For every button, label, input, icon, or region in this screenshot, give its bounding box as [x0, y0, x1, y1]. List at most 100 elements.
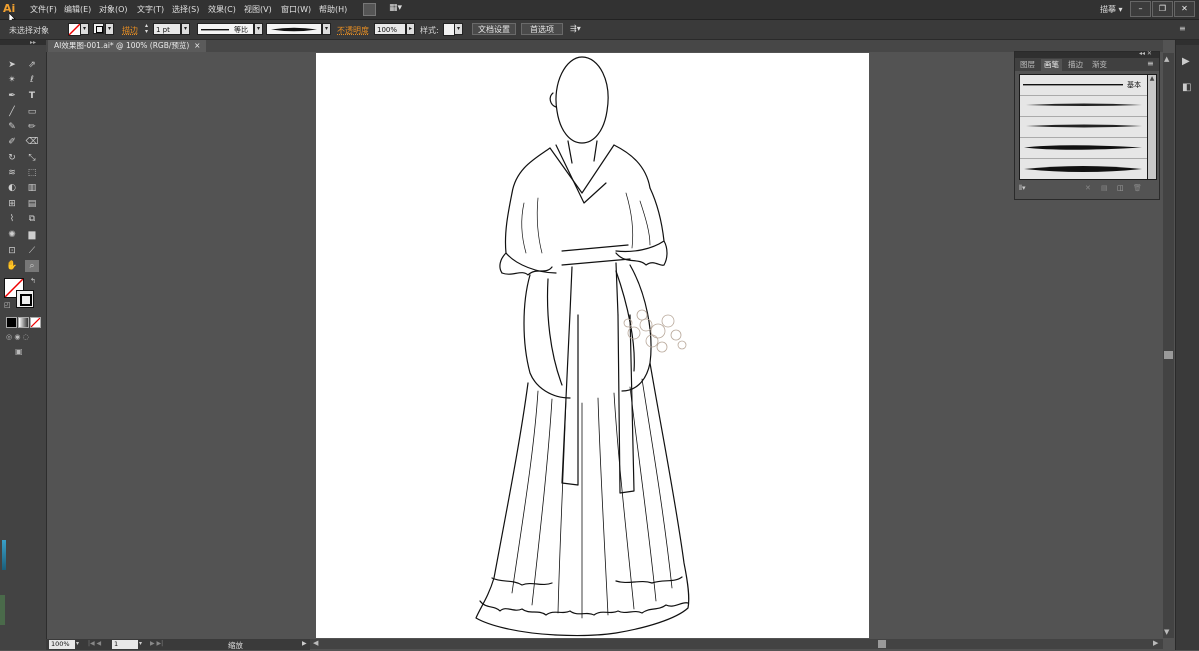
- blob-brush-tool-icon[interactable]: ✐: [5, 136, 19, 148]
- stroke-weight-stepper[interactable]: ▴ ▾: [145, 23, 153, 35]
- default-fill-stroke-icon[interactable]: ◰: [4, 301, 11, 309]
- horizontal-scrollbar[interactable]: ◀ ▶: [310, 639, 1163, 649]
- brush-libraries-icon[interactable]: ⫴▾: [1019, 184, 1025, 193]
- arrange-documents-icon[interactable]: ▦▾: [389, 3, 405, 14]
- tools-panel-grip[interactable]: [0, 40, 46, 45]
- opacity-label[interactable]: 不透明度: [337, 25, 369, 36]
- brush-item[interactable]: [1020, 159, 1147, 179]
- artboard-number-input[interactable]: 1: [112, 640, 138, 649]
- brush-item-basic[interactable]: 基本: [1020, 75, 1147, 96]
- tab-layers[interactable]: 图层: [1017, 59, 1038, 71]
- menu-edit[interactable]: 编辑(E): [64, 4, 91, 15]
- vertical-scrollbar[interactable]: ▲ ▼: [1163, 53, 1174, 638]
- horizontal-scroll-thumb[interactable]: [878, 640, 886, 648]
- magic-wand-tool-icon[interactable]: ✴: [5, 74, 19, 86]
- document-tab[interactable]: AI效果图-001.ai* @ 100% (RGB/预览) ×: [48, 40, 207, 52]
- scroll-right-arrow-icon[interactable]: ▶: [1153, 639, 1158, 647]
- perspective-grid-tool-icon[interactable]: ▥: [25, 182, 39, 194]
- scroll-up-arrow-icon[interactable]: ▲: [1164, 55, 1169, 63]
- scroll-left-arrow-icon[interactable]: ◀: [313, 639, 318, 647]
- zoom-tool-icon[interactable]: ⌕: [25, 260, 39, 272]
- menu-window[interactable]: 窗口(W): [281, 4, 311, 15]
- color-mode-icon[interactable]: [6, 317, 17, 328]
- first-artboard-icon[interactable]: |◀ ◀: [88, 640, 101, 647]
- status-menu-arrow-icon[interactable]: ▶: [302, 640, 307, 647]
- tab-gradient[interactable]: 渐变: [1089, 59, 1110, 71]
- next-artboard-icon[interactable]: ▶ ▶|: [150, 640, 163, 647]
- eraser-tool-icon[interactable]: ⌫: [25, 136, 39, 148]
- stroke-weight-dropdown[interactable]: ▾: [181, 23, 190, 35]
- scroll-down-arrow-icon[interactable]: ▼: [1164, 628, 1169, 636]
- free-transform-tool-icon[interactable]: ⬚: [25, 167, 39, 179]
- artboard[interactable]: [316, 53, 869, 638]
- align-options-icon[interactable]: ⇶▾: [570, 24, 590, 35]
- dock-grip[interactable]: [1176, 40, 1199, 45]
- swap-fill-stroke-icon[interactable]: ↰: [30, 277, 36, 285]
- rotate-tool-icon[interactable]: ↻: [5, 152, 19, 164]
- column-graph-tool-icon[interactable]: ▆: [25, 229, 39, 241]
- pencil-tool-icon[interactable]: ✏: [25, 121, 39, 133]
- vertical-scroll-thumb[interactable]: [1164, 351, 1173, 359]
- style-dropdown[interactable]: ▾: [454, 23, 463, 35]
- panel-menu-icon[interactable]: ≡: [1179, 24, 1193, 35]
- menu-effect[interactable]: 效果(C): [208, 4, 236, 15]
- menu-file[interactable]: 文件(F): [30, 4, 57, 15]
- rectangle-tool-icon[interactable]: ▭: [25, 106, 39, 118]
- warp-tool-icon[interactable]: ≋: [5, 167, 19, 179]
- slice-tool-icon[interactable]: ⟋: [25, 245, 39, 257]
- options-icon[interactable]: ▤: [1101, 184, 1108, 192]
- stroke-dropdown[interactable]: ▾: [105, 23, 114, 35]
- brush-item[interactable]: [1020, 117, 1147, 138]
- selection-tool-icon[interactable]: ➤: [5, 59, 19, 71]
- remove-stroke-icon[interactable]: ✕: [1085, 184, 1091, 192]
- minimize-button[interactable]: –: [1130, 1, 1151, 17]
- menu-select[interactable]: 选择(S): [172, 4, 199, 15]
- gradient-tool-icon[interactable]: ▤: [25, 198, 39, 210]
- menu-object[interactable]: 对象(O): [99, 4, 128, 15]
- shape-builder-tool-icon[interactable]: ◐: [5, 182, 19, 194]
- profile-dropdown[interactable]: ▾: [254, 23, 263, 35]
- pen-tool-icon[interactable]: ✒: [5, 90, 19, 102]
- gradient-mode-icon[interactable]: [18, 317, 29, 328]
- type-tool-icon[interactable]: T: [25, 90, 39, 102]
- mesh-tool-icon[interactable]: ⊞: [5, 198, 19, 210]
- screen-mode-icon[interactable]: ▣: [15, 347, 29, 357]
- restore-button[interactable]: ❐: [1152, 1, 1173, 17]
- delete-brush-icon[interactable]: 🗑: [1133, 184, 1142, 192]
- drawing-modes-icon[interactable]: ◎ ◉ ◌: [6, 333, 40, 342]
- bridge-icon[interactable]: [363, 3, 376, 16]
- stroke-label[interactable]: 描边: [122, 25, 138, 36]
- artboard-tool-icon[interactable]: ⊡: [5, 245, 19, 257]
- preferences-button[interactable]: 首选项: [521, 23, 563, 35]
- none-mode-icon[interactable]: [30, 317, 41, 328]
- stroke-swatch[interactable]: [93, 23, 104, 34]
- new-brush-icon[interactable]: ◫: [1117, 184, 1124, 192]
- play-action-icon[interactable]: ▶: [1182, 56, 1190, 67]
- stroke-weight-input[interactable]: 1 pt: [153, 23, 181, 35]
- workspace-switcher[interactable]: 描摹 ▾: [1100, 4, 1123, 15]
- brush-list-scrollbar[interactable]: ▲: [1147, 74, 1157, 180]
- symbol-sprayer-tool-icon[interactable]: ✺: [5, 229, 19, 241]
- line-segment-tool-icon[interactable]: ╱: [5, 106, 19, 118]
- scroll-up-arrow-icon[interactable]: ▲: [1148, 75, 1156, 82]
- blend-tool-icon[interactable]: ⧉: [25, 213, 39, 225]
- close-button[interactable]: ✕: [1174, 1, 1195, 17]
- document-setup-button[interactable]: 文档设置: [472, 23, 516, 35]
- artboard-dropdown-icon[interactable]: ▾: [139, 640, 142, 647]
- variable-width-profile[interactable]: 等比: [197, 23, 254, 35]
- layers-icon[interactable]: ◧: [1182, 82, 1191, 93]
- eyedropper-tool-icon[interactable]: ⌇: [5, 213, 19, 225]
- panel-collapse-icon[interactable]: ◂◂ ✕: [1139, 50, 1152, 57]
- stroke-color-swatch[interactable]: [16, 290, 34, 308]
- brush-definition[interactable]: [266, 23, 322, 35]
- fill-dropdown[interactable]: ▾: [80, 23, 89, 35]
- tab-brushes[interactable]: 画笔: [1041, 59, 1062, 71]
- zoom-dropdown-icon[interactable]: ▾: [76, 640, 79, 647]
- menu-type[interactable]: 文字(T): [137, 4, 164, 15]
- brush-item[interactable]: [1020, 96, 1147, 117]
- opacity-input[interactable]: 100%: [374, 23, 406, 35]
- document-tab-close[interactable]: ×: [194, 41, 200, 50]
- tab-stroke[interactable]: 描边: [1065, 59, 1086, 71]
- direct-selection-tool-icon[interactable]: ⇗: [25, 59, 39, 71]
- paintbrush-tool-icon[interactable]: ✎: [5, 121, 19, 133]
